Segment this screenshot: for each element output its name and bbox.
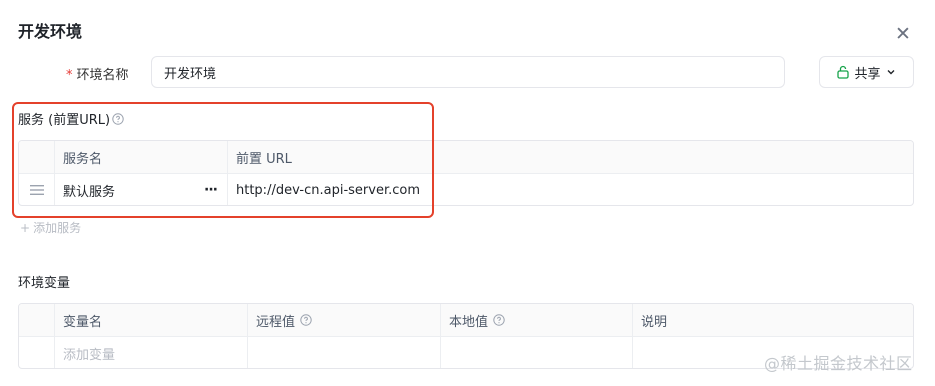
drag-cell [19, 337, 54, 368]
services-header-row: 服务名 前置 URL [19, 141, 913, 173]
services-section-text: 服务 (前置URL) [18, 113, 111, 128]
help-icon[interactable] [493, 314, 505, 326]
column-header: 前置 URL [227, 141, 913, 173]
drag-handle-icon [29, 185, 44, 195]
more-icon[interactable]: ··· [204, 182, 218, 198]
variables-section-label: 环境变量 [18, 276, 71, 291]
plus-icon: + [20, 221, 31, 235]
add-service-label: 添加服务 [33, 221, 82, 235]
column-header-text: 本地值 [449, 314, 489, 330]
env-name-input[interactable] [151, 56, 785, 88]
remote-value-cell[interactable] [247, 337, 440, 368]
services-section-label: 服务 (前置URL) [18, 109, 124, 128]
env-name-label: * 环境名称 [66, 64, 129, 83]
column-header: 变量名 [54, 304, 247, 336]
close-icon[interactable]: ✕ [893, 24, 913, 44]
service-name: 默认服务 [63, 184, 116, 200]
drag-column-header [19, 141, 54, 173]
chevron-down-icon [887, 70, 894, 75]
service-url-cell[interactable]: http://dev-cn.api-server.com [227, 174, 913, 205]
column-header: 服务名 [54, 141, 227, 173]
column-header-text: 远程值 [256, 314, 296, 330]
table-row: 默认服务 ··· http://dev-cn.api-server.com [19, 173, 913, 205]
services-table: 服务名 前置 URL 默认服务 ··· http://dev-cn.api-se… [18, 140, 914, 206]
local-value-cell[interactable] [440, 337, 632, 368]
column-header: 远程值 [247, 304, 440, 336]
lock-open-icon [837, 65, 850, 79]
add-variable-input[interactable]: 添加变量 [54, 337, 247, 368]
variables-header-row: 变量名 远程值 本地值 说明 [19, 304, 913, 336]
dialog-title: 开发环境 [18, 22, 83, 41]
help-icon[interactable] [112, 113, 124, 125]
help-icon[interactable] [300, 314, 312, 326]
env-name-label-text: 环境名称 [76, 68, 129, 83]
drag-column-header [19, 304, 54, 336]
column-header: 本地值 [440, 304, 632, 336]
share-label: 共享 [854, 66, 881, 82]
watermark-text: @稀土掘金技术社区 [764, 354, 913, 373]
drag-handle[interactable] [19, 174, 54, 205]
add-service-link[interactable]: + 添加服务 [20, 219, 81, 236]
service-name-cell[interactable]: 默认服务 ··· [54, 174, 227, 205]
column-header: 说明 [632, 304, 913, 336]
share-dropdown-button[interactable]: 共享 [819, 56, 914, 88]
required-mark: * [66, 68, 73, 83]
